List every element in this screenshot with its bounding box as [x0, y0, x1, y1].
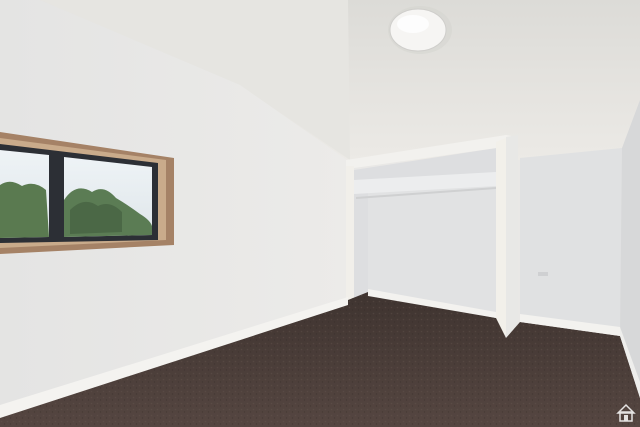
closet-right-jamb — [496, 138, 506, 335]
room-scene — [0, 0, 640, 427]
ceiling-light — [388, 6, 452, 54]
right-back-wall — [520, 148, 622, 335]
light-fixture-highlight — [397, 15, 429, 33]
closet-left-jamb — [346, 166, 354, 306]
tree-foliage-detail — [70, 201, 122, 234]
wall-outlet — [538, 272, 548, 276]
closet-right-jamb-side — [506, 135, 518, 338]
empty-bedroom-photo — [0, 0, 640, 427]
tree-foliage-left — [0, 181, 49, 238]
